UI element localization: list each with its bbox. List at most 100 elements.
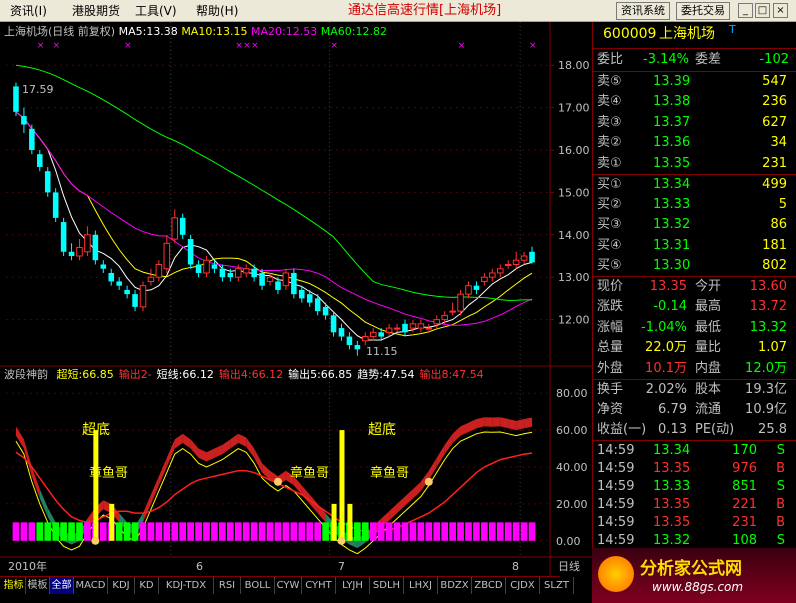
strip-bar xyxy=(250,522,258,541)
strip-bar xyxy=(457,522,464,541)
signal-marker: × xyxy=(331,41,339,51)
strip-bar xyxy=(520,522,528,541)
tab-全部[interactable]: 全部 xyxy=(50,577,74,594)
tab-cyht[interactable]: CYHT xyxy=(302,577,336,594)
stat-label: 量比 xyxy=(695,340,722,356)
candle-body xyxy=(496,268,504,274)
price-tick-label: 12.00 xyxy=(558,314,590,327)
band-segment xyxy=(484,417,493,427)
tab-sdlh[interactable]: SDLH xyxy=(370,577,404,594)
strip-bar xyxy=(473,522,480,541)
stat-row: 现价 13.35 今开 13.60 xyxy=(593,277,796,297)
candle xyxy=(124,285,130,299)
buy-level-row: 买⑤ 13.30 802 xyxy=(593,256,796,276)
period-label[interactable]: 日线 xyxy=(558,560,580,573)
candle xyxy=(84,226,91,256)
candle-body xyxy=(227,272,234,278)
candle-body xyxy=(425,327,433,330)
band-segment xyxy=(508,419,517,431)
band-segment xyxy=(492,417,501,427)
tab-指标[interactable]: 指标 xyxy=(2,577,26,594)
tab-zbcd[interactable]: ZBCD xyxy=(472,577,506,594)
candle-body xyxy=(68,251,75,256)
band-segment xyxy=(222,439,231,455)
candle xyxy=(29,124,35,155)
stat-value: 13.72 xyxy=(749,299,787,315)
tab-lyjh[interactable]: LYJH xyxy=(336,577,370,594)
tab-lhxj[interactable]: LHXJ xyxy=(404,577,438,594)
chart-area[interactable]: × × × × × × × × × 18.0017.0016.0015.0014.0013.00… xyxy=(0,22,592,576)
strip-bar xyxy=(290,522,298,541)
sell-level-row: 卖④ 13.38 236 xyxy=(593,92,796,112)
candle xyxy=(242,264,250,278)
close-icon[interactable]: × xyxy=(773,3,788,18)
band-segment xyxy=(230,433,239,449)
tick-row: 14:59 13.33 851 S xyxy=(593,478,796,496)
signal-marker: × xyxy=(37,41,45,51)
indicator-tick-label: 40.00 xyxy=(556,461,588,474)
tab-kdj[interactable]: KDJ xyxy=(108,577,135,594)
buy-volume: 181 xyxy=(762,237,787,253)
strip-bar xyxy=(155,522,163,541)
candle-body xyxy=(291,272,297,295)
menu-tools[interactable]: 工具(V) xyxy=(135,3,177,19)
strip-bar xyxy=(377,522,385,541)
signal-marker: × xyxy=(53,41,61,51)
tab-rsi[interactable]: RSI xyxy=(214,577,241,594)
candle xyxy=(529,246,535,264)
stat-label: 最低 xyxy=(695,319,722,335)
buy-volume: 802 xyxy=(762,257,787,273)
strip-bar xyxy=(322,522,329,541)
sell-price: 13.39 xyxy=(653,74,691,89)
indicator-tick-label: 20.00 xyxy=(556,498,588,511)
indicator-item: 短线:66.12 xyxy=(156,368,214,381)
weibi-row: 委比 -3.14% 委差 -102 xyxy=(597,52,789,67)
tab-boll[interactable]: BOLL xyxy=(241,577,275,594)
info-system-button[interactable]: 资讯系统 xyxy=(616,2,670,20)
tab-模板[interactable]: 模板 xyxy=(26,577,50,594)
buy-level-row: 买③ 13.32 86 xyxy=(593,215,796,235)
tab-macd[interactable]: MACD xyxy=(74,577,108,594)
candle xyxy=(369,328,377,341)
sell-volume: 231 xyxy=(762,155,787,171)
strip-bar xyxy=(512,522,520,541)
tab-slzt[interactable]: SLZT xyxy=(540,577,574,594)
strip-bar xyxy=(242,522,250,541)
menu-info[interactable]: 资讯(I) xyxy=(10,3,47,19)
tab-cyw[interactable]: CYW xyxy=(275,577,302,594)
trade-button[interactable]: 委托交易 xyxy=(676,2,730,20)
tab-bdzx[interactable]: BDZX xyxy=(438,577,472,594)
sell-label: 卖② xyxy=(597,135,622,151)
sell-volume: 627 xyxy=(762,114,787,130)
minimize-icon[interactable]: _ xyxy=(738,3,753,18)
watermark-url: www.88gs.com xyxy=(652,580,744,594)
menu-help[interactable]: 帮助(H) xyxy=(196,3,238,19)
menu-hk-futures[interactable]: 港股期货 xyxy=(72,3,120,19)
strip-bar xyxy=(488,522,496,541)
strip-bar xyxy=(481,522,488,541)
tab-kdj-tdx[interactable]: KDJ-TDX xyxy=(159,577,214,594)
indicator-axis: 80.00 60.00 40.00 20.00 0.00 xyxy=(556,387,588,548)
tab-cjdx[interactable]: CJDX xyxy=(506,577,540,594)
buy-label: 买⑤ xyxy=(597,257,622,273)
candle-body xyxy=(155,263,163,278)
stock-name: 上海机场 xyxy=(659,26,715,42)
candle xyxy=(465,281,472,299)
strip-bar xyxy=(314,522,322,541)
chaodi-label-1: 超底 xyxy=(82,422,110,438)
maximize-icon[interactable]: □ xyxy=(755,3,770,18)
strip-bar xyxy=(441,522,449,541)
strip-bar xyxy=(99,522,107,541)
strip-bar xyxy=(274,522,282,541)
stat2-row: 换手 2.02% 股本 19.3亿 xyxy=(593,380,796,400)
candle-body xyxy=(29,128,35,150)
zhangyu-bar-3 xyxy=(331,503,337,541)
tick-row: 14:59 13.35 976 B xyxy=(593,460,796,478)
band-segment xyxy=(516,419,525,431)
signal-dot xyxy=(273,477,282,486)
candle xyxy=(330,311,337,337)
watermark: 分析家公式网 www.88gs.com xyxy=(592,548,796,603)
tab-kd[interactable]: KD xyxy=(135,577,159,594)
tick-side: S xyxy=(776,479,785,494)
ma5-label: MA5:13.38 xyxy=(118,25,178,38)
